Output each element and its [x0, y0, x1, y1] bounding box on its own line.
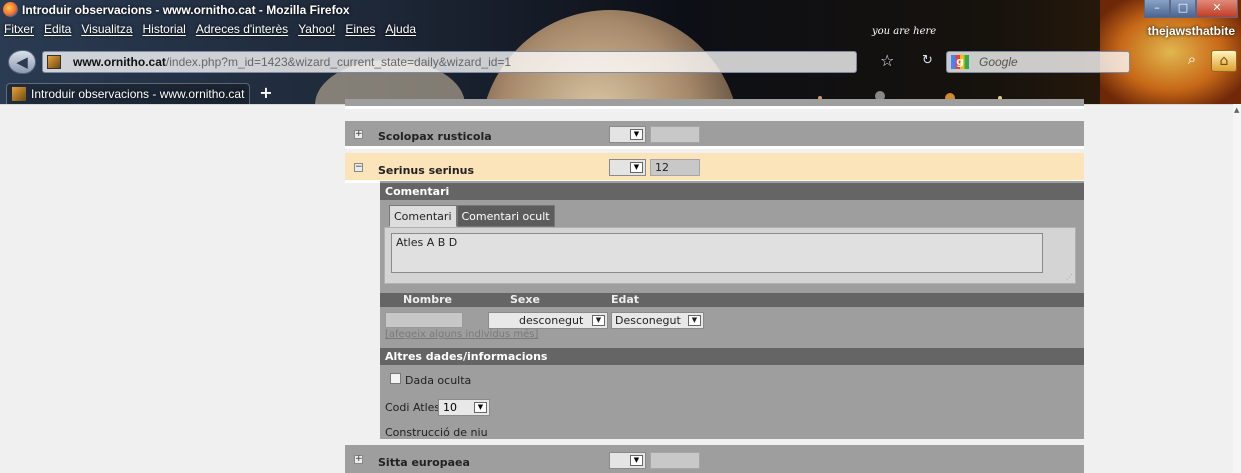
url-domain: www.ornitho.cat	[73, 55, 166, 69]
column-sexe: Sexe	[510, 293, 540, 306]
chevron-down-icon: ▼	[630, 162, 643, 173]
google-icon[interactable]: g	[951, 55, 969, 69]
menu-adreces[interactable]: Adreces d'interès	[191, 22, 293, 36]
quantity-input[interactable]: 12	[650, 159, 700, 176]
codi-atles-select[interactable]: 10 ▼	[438, 399, 490, 416]
count-type-select[interactable]: ▼	[609, 452, 646, 469]
menu-ajuda[interactable]: Ajuda	[380, 22, 421, 36]
you-are-here-label: you are here	[872, 26, 937, 37]
menu-historial[interactable]: Historial	[138, 22, 191, 36]
species-name: Sitta europaea	[378, 456, 470, 469]
maximize-button[interactable]: □	[1170, 0, 1196, 18]
menu-yahoo[interactable]: Yahoo!	[293, 22, 340, 36]
sexe-select[interactable]: desconegut ▼	[488, 312, 608, 329]
sexe-value: desconegut	[519, 314, 584, 327]
url-path: /index.php?m_id=1423&wizard_current_stat…	[165, 55, 512, 69]
column-edat: Edat	[611, 293, 640, 306]
observation-detail: Comentari Comentari Comentari ocult Atle…	[380, 181, 1084, 439]
hidden-data-checkbox[interactable]	[390, 373, 401, 384]
address-bar[interactable]: www.ornitho.cat/index.php?m_id=1423&wiza…	[42, 51, 857, 73]
edat-value: Desconegut	[615, 314, 681, 327]
menu-bar: Fitxer Edita Visualitza Historial Adrece…	[4, 22, 421, 36]
collapse-toggle-icon[interactable]: −	[354, 163, 363, 172]
menu-visualitza[interactable]: Visualitza	[76, 22, 137, 36]
menu-eines[interactable]: Eines	[340, 22, 380, 36]
close-window-button[interactable]: ✕	[1196, 0, 1238, 18]
browser-chrome: Introduir observacions - www.ornitho.cat…	[0, 0, 1241, 104]
quantity-input[interactable]	[650, 452, 700, 469]
codi-atles-label: Codi Atles	[385, 401, 441, 414]
reload-icon[interactable]: ↻	[922, 53, 933, 68]
number-input[interactable]	[385, 312, 463, 328]
firefox-logo-icon	[3, 2, 18, 17]
scroll-up-icon[interactable]: ▲	[1234, 106, 1239, 114]
tab-comentari-ocult[interactable]: Comentari ocult	[456, 205, 555, 227]
chevron-down-icon: ▼	[688, 315, 701, 326]
species-row-hidden	[345, 99, 1084, 109]
species-row-open[interactable]: − Serinus serinus ▼ 12	[345, 153, 1084, 183]
hidden-data-label: Dada oculta	[405, 374, 472, 387]
search-placeholder: Google	[979, 55, 1018, 69]
new-tab-button[interactable]: +	[255, 84, 277, 102]
expand-toggle-icon[interactable]: +	[354, 455, 363, 464]
count-type-select[interactable]: ▼	[609, 126, 646, 143]
codi-atles-value: 10	[443, 401, 457, 414]
species-row[interactable]: + Scolopax rusticola ▼	[345, 121, 1084, 149]
comment-area: Atles A B D ⋰	[384, 227, 1076, 284]
comment-textarea[interactable]: Atles A B D	[391, 233, 1043, 273]
tab-comentari[interactable]: Comentari	[389, 205, 457, 227]
quantity-input[interactable]	[650, 126, 700, 143]
add-individuals-link[interactable]: [afegeix alguns individus més]	[385, 329, 538, 340]
species-name: Serinus serinus	[378, 164, 475, 177]
species-row[interactable]: + Sitta europaea ▼	[345, 445, 1084, 473]
page-scrollbar[interactable]: ▲	[1233, 104, 1241, 473]
home-icon[interactable]: ⌂	[1211, 50, 1237, 72]
page-content: + Scolopax rusticola ▼ − Serinus serinus…	[0, 99, 1241, 473]
expand-toggle-icon[interactable]: +	[354, 130, 363, 139]
count-type-select[interactable]: ▼	[609, 159, 646, 176]
menu-edita[interactable]: Edita	[39, 22, 76, 36]
url-text[interactable]: www.ornitho.cat/index.php?m_id=1423&wiza…	[73, 55, 511, 69]
chevron-down-icon: ▼	[630, 129, 643, 140]
window-title: Introduir observacions - www.ornitho.cat…	[22, 3, 350, 17]
chevron-down-icon: ▼	[630, 455, 643, 466]
bookmark-star-icon[interactable]: ☆	[880, 51, 894, 70]
site-favicon-icon	[47, 55, 61, 69]
search-icon[interactable]: ⌕	[1180, 50, 1204, 72]
chevron-down-icon: ▼	[592, 315, 605, 326]
back-button[interactable]: ◀	[8, 50, 36, 74]
comment-section-header: Comentari	[380, 183, 1084, 200]
browser-tab[interactable]: Introduir observacions - www.ornitho.cat	[6, 83, 250, 104]
search-box[interactable]: g Google	[946, 51, 1130, 73]
menu-fitxer[interactable]: Fitxer	[4, 22, 39, 36]
species-name: Scolopax rusticola	[378, 130, 492, 143]
column-nombre: Nombre	[403, 293, 452, 306]
minimize-button[interactable]: –	[1144, 0, 1170, 18]
individuals-header: Nombre Sexe Edat	[380, 293, 1084, 307]
chevron-down-icon: ▼	[474, 402, 487, 413]
edat-select[interactable]: Desconegut ▼	[611, 312, 704, 329]
other-data-header: Altres dades/informacions	[380, 348, 1084, 365]
navigation-bar: ◀ www.ornitho.cat/index.php?m_id=1423&wi…	[0, 48, 1241, 76]
tab-favicon-icon	[12, 87, 26, 101]
nest-construction-label: Construcció de niu	[385, 426, 488, 439]
theme-profile-label: thejawsthatbite	[1147, 24, 1235, 38]
comment-tabs: Comentari Comentari ocult	[389, 205, 555, 227]
resize-grip-icon[interactable]: ⋰	[1066, 273, 1073, 281]
tab-label: Introduir observacions - www.ornitho.cat	[31, 87, 245, 101]
